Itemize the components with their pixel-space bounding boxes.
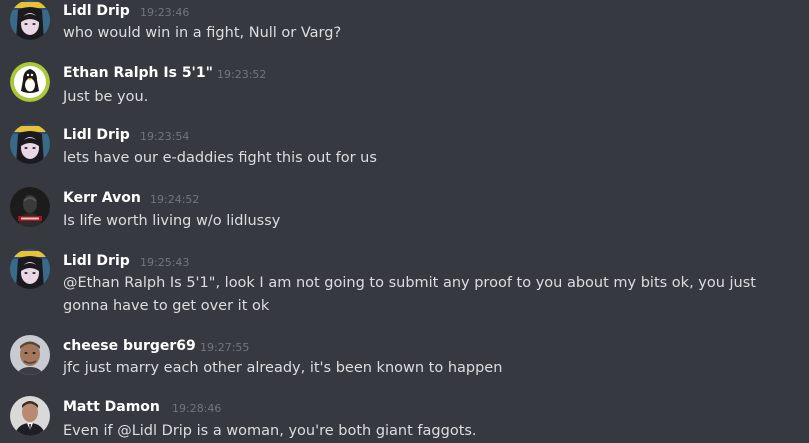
dark-figure-avatar-icon[interactable] (10, 187, 50, 227)
message-timestamp: 19:27:55 (200, 341, 250, 354)
message-author[interactable]: cheese burger69 (63, 337, 196, 355)
message-timestamp: 19:23:54 (140, 130, 190, 143)
message-timestamp: 19:23:46 (140, 6, 190, 19)
message-text: lets have our e-daddies fight this out f… (63, 150, 377, 166)
message-text: jfc just marry each other already, it's … (63, 360, 503, 376)
message-text: who would win in a fight, Null or Varg? (63, 25, 342, 41)
anime-girl-avatar-icon[interactable] (10, 0, 50, 40)
message-text: Just be you. (63, 89, 149, 105)
message-author[interactable]: Kerr Avon (63, 189, 141, 207)
message-author[interactable]: Lidl Drip (63, 252, 130, 270)
message-text: Even if @Lidl Drip is a woman, you're bo… (63, 423, 477, 439)
message-author[interactable]: Ethan Ralph Is 5'1" (63, 64, 213, 82)
message-timestamp: 19:24:52 (150, 193, 200, 206)
chat-messages: Lidl Drip 19:23:46 who would win in a fi… (0, 0, 809, 443)
message-timestamp: 19:23:52 (217, 68, 267, 81)
man-face-avatar-icon[interactable] (10, 335, 50, 375)
penguin-avatar-icon[interactable] (10, 62, 50, 102)
suit-man-avatar-icon[interactable] (10, 396, 50, 436)
message-timestamp: 19:25:43 (140, 256, 190, 269)
anime-girl-avatar-icon[interactable] (10, 249, 50, 289)
message-text: @Ethan Ralph Is 5'1", look I am not goin… (63, 275, 756, 314)
message-author[interactable]: Lidl Drip (63, 126, 130, 144)
message-text: Is life worth living w/o lidlussy (63, 213, 281, 229)
anime-girl-avatar-icon[interactable] (10, 124, 50, 164)
message-author[interactable]: Matt Damon (63, 398, 160, 416)
message-timestamp: 19:28:46 (172, 402, 222, 415)
message-author[interactable]: Lidl Drip (63, 2, 130, 20)
